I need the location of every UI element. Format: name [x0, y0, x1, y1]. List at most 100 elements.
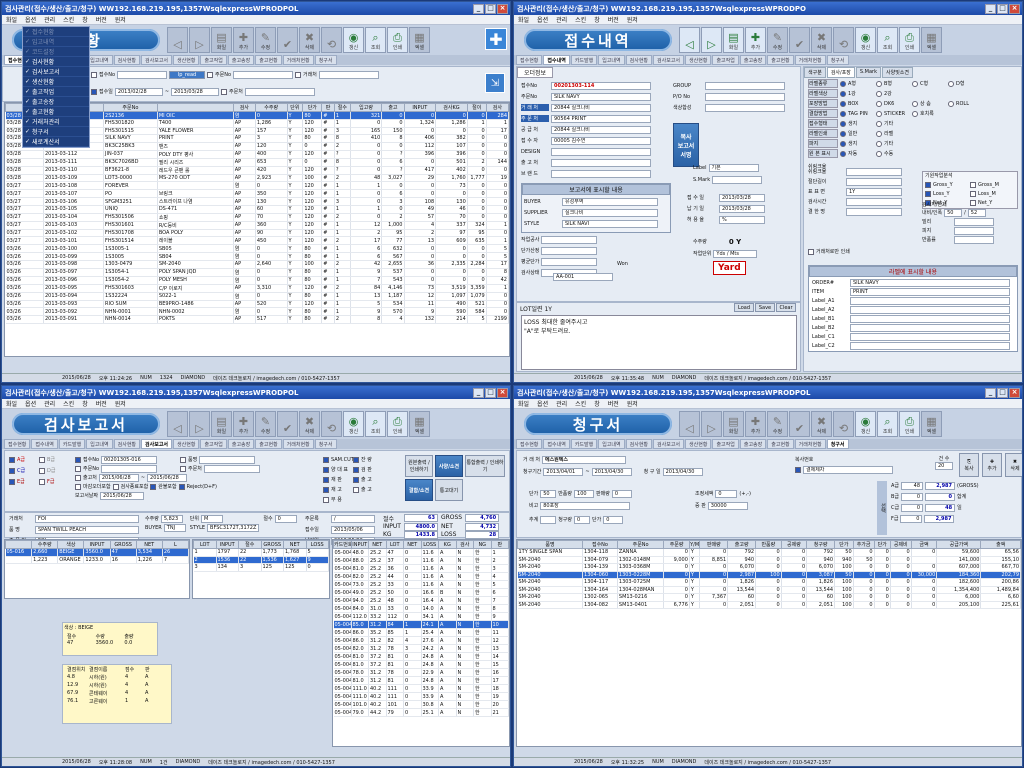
pack-radio[interactable]: [840, 110, 846, 117]
grade-checkbox[interactable]: [39, 456, 45, 463]
report-button-4[interactable]: 통고대기: [435, 479, 463, 501]
column-header[interactable]: 검사KG: [435, 103, 468, 112]
tab-9[interactable]: 출고현황: [767, 55, 794, 65]
label-value[interactable]: [850, 296, 1010, 305]
pack-radio[interactable]: [876, 150, 882, 157]
field-input[interactable]: 2013/05/06: [331, 525, 375, 534]
tab-0[interactable]: 접수현황: [4, 439, 31, 449]
option-checkbox[interactable]: [353, 466, 359, 473]
table-row[interactable]: 05-016 2,660 BEIGE 3560.0 47 3,534 26: [5, 548, 189, 557]
toolbar-button-3[interactable]: ✚ 추가: [233, 27, 254, 53]
table-row[interactable]: 03/27 2013-03-105 UNIQ DS-471 AP 60 Y 120 #1 1 0 49…: [5, 205, 509, 214]
menu-item-5[interactable]: 버전: [608, 399, 619, 408]
toolbar-button-0[interactable]: ◁: [679, 27, 700, 53]
reject-checkbox[interactable]: [178, 483, 185, 490]
pack-radio[interactable]: [912, 100, 918, 107]
table-row[interactable]: 03/27 2013-03-101 FHS301514 레이블 AP 450 Y 120 #2 1…: [5, 236, 509, 245]
field-input[interactable]: 2013/03/28: [719, 204, 765, 213]
extra-input[interactable]: [541, 246, 598, 255]
menu-item-7[interactable]: 윈저: [115, 15, 126, 24]
tab-6[interactable]: 생산현황: [173, 55, 200, 65]
column-header[interactable]: 절수: [333, 103, 351, 112]
memo-textarea[interactable]: LOSS 최대한 줄여주시고 "A"로 부탁드려요.: [521, 315, 797, 370]
receipt-no-checkbox[interactable]: [91, 71, 97, 78]
menu-item-0[interactable]: 화일: [518, 399, 529, 408]
column-header[interactable]: NG: [473, 540, 492, 549]
column-header[interactable]: 수주량: [254, 103, 288, 112]
column-header[interactable]: INPUT: [215, 540, 239, 549]
report-button-0[interactable]: 원본출력 / 인쇄하기: [405, 455, 433, 477]
field-input[interactable]: 00201303-114: [551, 81, 651, 90]
label-value[interactable]: [850, 305, 1010, 314]
maximize-icon[interactable]: □: [485, 3, 496, 14]
column-header[interactable]: LOSS: [420, 540, 439, 549]
column-header[interactable]: 출액: [980, 540, 1021, 549]
tab-4[interactable]: 검사현황: [113, 439, 141, 449]
field-input[interactable]: [551, 158, 651, 167]
receipt-no-input[interactable]: [117, 70, 167, 79]
field-input[interactable]: %: [719, 215, 765, 224]
table-row[interactable]: 05-004888.025.237011.6AN한2: [333, 556, 509, 565]
inspection-status-select[interactable]: AA-001: [553, 273, 613, 281]
spec-input[interactable]: [846, 167, 902, 176]
orderer-checkbox[interactable]: [221, 88, 228, 95]
report-button-1[interactable]: 사양/소견: [435, 455, 463, 477]
menu-item-2[interactable]: 관리: [44, 15, 55, 24]
order-info-tab[interactable]: 오더정보: [517, 67, 553, 78]
option-checkbox[interactable]: [323, 486, 329, 493]
tab-5[interactable]: 검사보고서: [653, 439, 685, 449]
minimize-icon[interactable]: _: [985, 387, 996, 398]
date-to-input[interactable]: 2015/06/28: [147, 473, 188, 482]
table-row[interactable]: 05-004894.025.248016.4AN한7: [333, 596, 509, 605]
dropdown-item-11[interactable]: ✓ 새로계산서: [23, 137, 89, 147]
menu-item-5[interactable]: 버전: [96, 399, 107, 408]
receipt-no-input[interactable]: 00201305-016: [101, 455, 157, 464]
field-input[interactable]: 2013/03/28: [719, 193, 765, 202]
tab-2[interactable]: 카드발행: [570, 55, 598, 65]
minimize-icon[interactable]: _: [473, 387, 484, 398]
field-input[interactable]: SPAN TWILL PEACH: [35, 525, 139, 534]
toolbar-button-0[interactable]: ◁: [679, 411, 700, 437]
column-header[interactable]: 검사: [485, 103, 509, 112]
pack-radio[interactable]: [876, 130, 882, 137]
column-header[interactable]: LOSS: [305, 540, 329, 549]
work-unit-radio[interactable]: Yds / Mts: [713, 249, 758, 258]
table-row[interactable]: 03/26 2013-03-100 1S3005-1 SB05 염 0 Y 80 #1 6 632 0…: [5, 244, 509, 253]
tab-6[interactable]: 생산현황: [173, 439, 200, 449]
menu-item-4[interactable]: 창: [82, 15, 88, 24]
date-from-input[interactable]: 2013/02/28: [114, 87, 163, 96]
maximize-icon[interactable]: □: [485, 387, 496, 398]
product-input[interactable]: [199, 455, 256, 464]
column-header[interactable]: 출고: [381, 103, 405, 112]
table-row[interactable]: 05-004882.031.278324.2AN한13: [333, 644, 509, 653]
toolbar-button-11[interactable]: ▦ 엑셀: [409, 27, 430, 53]
claim-input[interactable]: 0: [574, 515, 591, 524]
dropdown-item-5[interactable]: ✓ 생산현황: [23, 77, 89, 87]
table-row[interactable]: 03/28 2013-03-110 BF3621-8 레드우 큰팬 롤 AP 420 Y 12…: [5, 166, 509, 175]
option-checkbox[interactable]: [353, 476, 359, 483]
table-row[interactable]: 03/27 2013-03-106 SFGM3251 스트라이프 나염 AP 130 Y 12…: [5, 197, 509, 206]
table-row[interactable]: 05-004873.025.233011.6AN한5: [333, 580, 509, 589]
toolbar-button-8[interactable]: ◉ 갱신: [343, 27, 364, 53]
smark-select[interactable]: [712, 175, 763, 184]
column-header[interactable]: LOT: [385, 540, 404, 549]
order-no-input[interactable]: [101, 464, 157, 473]
memo-button-load[interactable]: Load: [734, 303, 754, 312]
toolbar-button-8[interactable]: ◉ 갱신: [855, 411, 876, 437]
column-header[interactable]: 접수No: [582, 540, 618, 549]
toolbar-button-9[interactable]: ⌕ 조회: [877, 27, 898, 53]
column-header[interactable]: 공제비: [889, 540, 912, 549]
window-title-bar[interactable]: 검사관리(접수/생산/출고/청구) WW192.168.219.195,1357…: [514, 386, 1022, 399]
table-row[interactable]: 03/26 2013-03-095 FHS301603 C/P 이로지 AP 3,310 Y…: [5, 284, 509, 293]
column-header[interactable]: 검사: [455, 540, 474, 549]
paid-checkbox[interactable]: [150, 483, 157, 490]
memo-button-clear[interactable]: Clear: [776, 303, 796, 312]
order-no-checkbox[interactable]: [75, 465, 81, 472]
dropdown-item-7[interactable]: ✓ 출고송장: [23, 97, 89, 107]
maximize-icon[interactable]: □: [997, 387, 1008, 398]
field-input[interactable]: 90564 PRINT: [551, 114, 651, 123]
table-row[interactable]: 05-004882.025.244011.6AN한4: [333, 572, 509, 581]
toolbar-button-5[interactable]: ✔: [277, 411, 298, 437]
toolbar-button-2[interactable]: ▤ 화일: [723, 411, 744, 437]
orderer-checkbox[interactable]: [180, 465, 186, 472]
